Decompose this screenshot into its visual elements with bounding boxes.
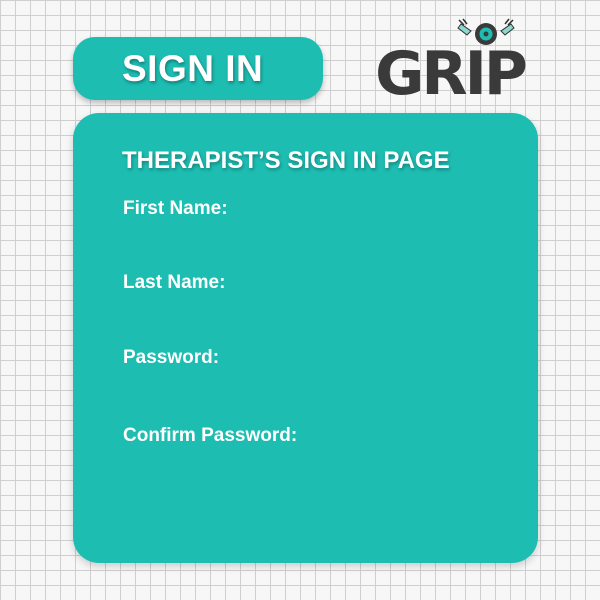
last-name-label: Last Name: xyxy=(123,272,226,293)
grip-logo: GRIP xyxy=(357,12,547,102)
sign-in-label: SIGN IN xyxy=(122,48,264,89)
password-input[interactable] xyxy=(123,375,488,405)
last-name-input[interactable] xyxy=(123,300,488,330)
confirm-password-input[interactable] xyxy=(123,453,488,483)
signin-form-card: THERAPIST’S SIGN IN PAGE First Name: Las… xyxy=(73,113,538,563)
sign-in-button[interactable]: SIGN IN xyxy=(73,37,323,100)
password-label: Password: xyxy=(123,347,220,368)
first-name-input[interactable] xyxy=(123,226,488,256)
first-name-label: First Name: xyxy=(123,198,228,219)
page-title: THERAPIST’S SIGN IN PAGE xyxy=(122,147,450,174)
confirm-password-label: Confirm Password: xyxy=(123,425,298,446)
logo-text: GRIP xyxy=(375,39,526,102)
